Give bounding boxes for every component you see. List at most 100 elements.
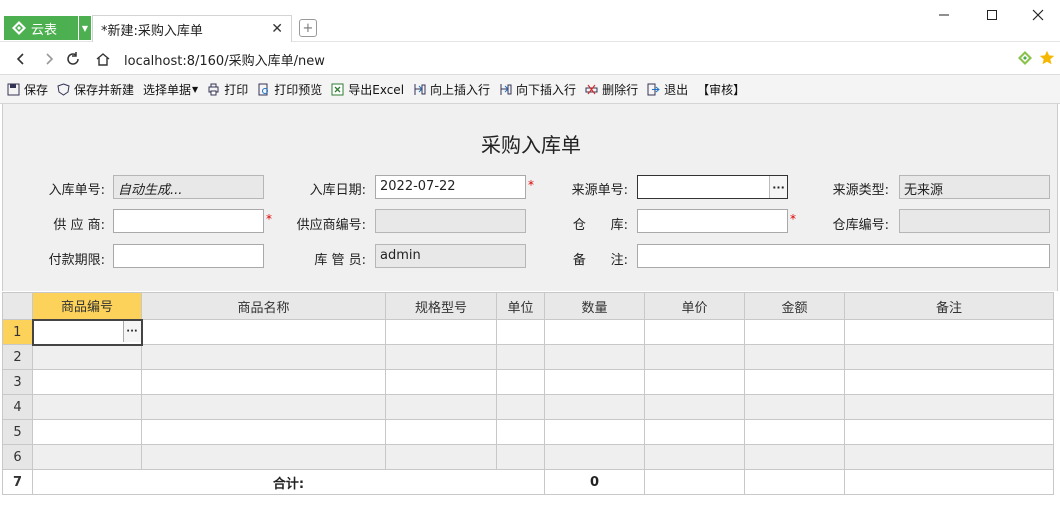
save-new-button[interactable]: 保存并新建 xyxy=(57,81,134,98)
app-menu-button[interactable]: 云表 xyxy=(4,16,78,40)
save-button[interactable]: 保存 xyxy=(7,81,48,98)
table-cell[interactable] xyxy=(496,344,545,370)
print-preview-button[interactable]: 打印预览 xyxy=(257,81,322,98)
table-cell[interactable] xyxy=(32,344,142,370)
row-number[interactable]: 7 xyxy=(2,469,33,495)
table-cell[interactable] xyxy=(141,444,386,470)
col-header-remark[interactable]: 备注 xyxy=(844,292,1054,320)
maximize-button[interactable] xyxy=(972,4,1012,26)
table-cell[interactable] xyxy=(496,419,545,445)
col-header-product-name[interactable]: 商品名称 xyxy=(141,292,386,320)
table-cell[interactable] xyxy=(385,369,497,395)
product-lookup-button[interactable]: ··· xyxy=(122,320,141,342)
reload-button[interactable] xyxy=(62,48,84,70)
remark-label: 备 注: xyxy=(572,253,628,268)
table-cell[interactable] xyxy=(496,319,545,345)
warehouse-field[interactable] xyxy=(637,209,788,233)
table-cell[interactable] xyxy=(32,419,142,445)
source-no-lookup-button[interactable]: ··· xyxy=(769,176,787,198)
row-number[interactable]: 3 xyxy=(2,369,33,395)
table-cell[interactable] xyxy=(844,344,1054,370)
table-cell[interactable] xyxy=(141,419,386,445)
col-header-unit[interactable]: 单位 xyxy=(496,292,545,320)
table-cell[interactable] xyxy=(385,344,497,370)
insert-row-up-button[interactable]: 向上插入行 xyxy=(413,81,490,98)
row-number[interactable]: 6 xyxy=(2,444,33,470)
table-cell[interactable] xyxy=(644,344,745,370)
close-window-button[interactable] xyxy=(1018,4,1058,26)
table-cell[interactable] xyxy=(744,419,845,445)
table-cell[interactable] xyxy=(544,369,645,395)
supplier-field[interactable] xyxy=(113,209,264,233)
table-cell[interactable] xyxy=(385,419,497,445)
plugin-icon[interactable] xyxy=(1017,50,1033,66)
tab-close-icon[interactable]: ✕ xyxy=(271,21,283,37)
table-cell[interactable] xyxy=(844,369,1054,395)
audit-button[interactable]: 【审核】 xyxy=(697,81,745,98)
url-field[interactable]: localhost:8/160/采购入库单/new xyxy=(124,50,325,69)
table-cell[interactable] xyxy=(385,394,497,420)
table-cell[interactable] xyxy=(496,369,545,395)
table-cell[interactable] xyxy=(544,419,645,445)
new-tab-button[interactable]: + xyxy=(299,19,317,37)
date-field[interactable]: 2022-07-22 xyxy=(375,175,526,199)
table-cell[interactable] xyxy=(844,419,1054,445)
select-doc-dropdown[interactable]: 选择单据 ▼ xyxy=(143,81,198,98)
table-cell[interactable] xyxy=(32,444,142,470)
table-cell[interactable] xyxy=(141,369,386,395)
print-button[interactable]: 打印 xyxy=(207,81,248,98)
col-header-spec[interactable]: 规格型号 xyxy=(385,292,497,320)
insert-row-down-button[interactable]: 向下插入行 xyxy=(499,81,576,98)
back-button[interactable] xyxy=(10,48,32,70)
home-button[interactable] xyxy=(92,48,114,70)
table-cell[interactable] xyxy=(544,344,645,370)
table-cell[interactable] xyxy=(32,369,142,395)
table-cell[interactable] xyxy=(544,394,645,420)
table-cell[interactable] xyxy=(744,344,845,370)
col-header-qty[interactable]: 数量 xyxy=(544,292,645,320)
payment-term-field[interactable] xyxy=(113,244,264,268)
col-header-price[interactable]: 单价 xyxy=(644,292,745,320)
table-cell[interactable] xyxy=(644,369,745,395)
table-cell[interactable] xyxy=(496,444,545,470)
row-number[interactable]: 2 xyxy=(2,344,33,370)
app-dropdown-button[interactable]: ▼ xyxy=(79,16,91,40)
table-cell[interactable] xyxy=(844,394,1054,420)
corner-cell[interactable] xyxy=(2,292,33,320)
table-cell[interactable] xyxy=(141,394,386,420)
table-cell[interactable] xyxy=(496,394,545,420)
row-number[interactable]: 4 xyxy=(2,394,33,420)
table-cell[interactable] xyxy=(744,394,845,420)
table-cell[interactable] xyxy=(644,444,745,470)
minimize-button[interactable] xyxy=(924,4,964,26)
source-no-field[interactable]: ··· xyxy=(637,175,788,199)
table-cell[interactable] xyxy=(844,319,1054,345)
row-number[interactable]: 5 xyxy=(2,419,33,445)
table-cell[interactable] xyxy=(744,444,845,470)
remark-field[interactable] xyxy=(637,244,1050,268)
bookmark-star-icon[interactable] xyxy=(1039,50,1055,66)
tab-current[interactable]: *新建:采购入库单 ✕ xyxy=(92,15,292,42)
printer-icon xyxy=(208,83,219,95)
table-cell[interactable] xyxy=(544,319,645,345)
exit-button[interactable]: 退出 xyxy=(647,81,688,98)
table-cell[interactable] xyxy=(385,319,497,345)
table-cell[interactable] xyxy=(141,344,386,370)
export-excel-button[interactable]: 导出Excel xyxy=(331,81,404,98)
table-cell[interactable] xyxy=(544,444,645,470)
table-cell[interactable] xyxy=(644,319,745,345)
table-cell[interactable] xyxy=(644,419,745,445)
table-cell[interactable] xyxy=(844,444,1054,470)
table-cell[interactable] xyxy=(744,319,845,345)
forward-button[interactable] xyxy=(38,48,60,70)
table-cell[interactable] xyxy=(385,444,497,470)
table-cell[interactable] xyxy=(744,369,845,395)
row-number[interactable]: 1 xyxy=(2,319,33,345)
col-header-product-code[interactable]: 商品编号 xyxy=(32,292,142,320)
table-cell[interactable] xyxy=(32,394,142,420)
table-cell[interactable] xyxy=(644,394,745,420)
product-code-cell[interactable]: ··· xyxy=(31,318,143,346)
col-header-amount[interactable]: 金额 xyxy=(744,292,845,320)
delete-row-button[interactable]: 删除行 xyxy=(585,81,638,98)
table-cell[interactable] xyxy=(141,319,386,345)
